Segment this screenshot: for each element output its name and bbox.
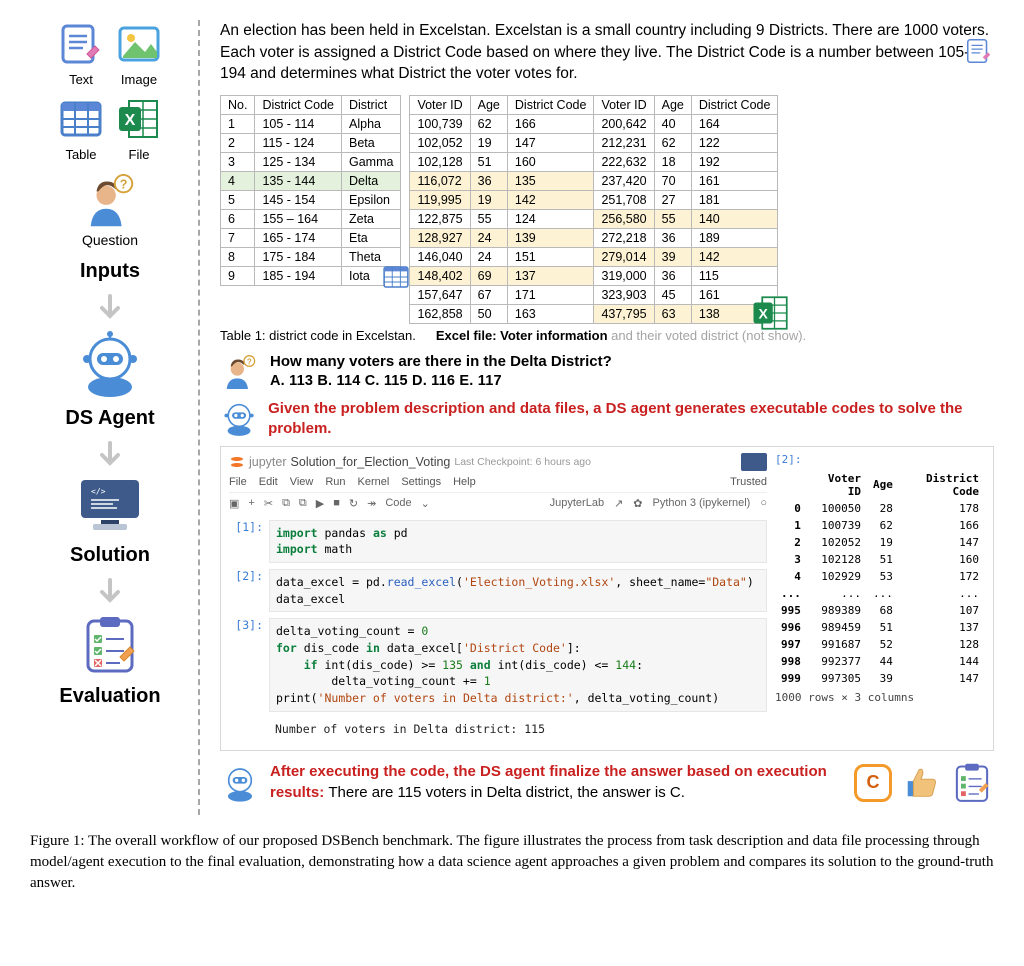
voter-table: Voter IDAgeDistrict CodeVoter IDAgeDistr…	[409, 95, 778, 324]
code-cell-1[interactable]: [1]: import pandas as pd import math	[229, 520, 767, 563]
content-panel: An election has been held in Excelstan. …	[214, 20, 994, 815]
table-row: 5145 - 154Epsilon	[221, 191, 401, 210]
robot-icon	[220, 763, 260, 803]
table-captions: Table 1: district code in Excelstan. Exc…	[220, 328, 994, 343]
final-rest-text: There are 115 voters in Delta district, …	[328, 784, 685, 801]
table-row: 100,73962166200,64240164	[410, 115, 778, 134]
monitor-mini-icon	[741, 453, 767, 471]
question-block: ? How many voters are there in the Delta…	[220, 353, 994, 393]
code-cell-2[interactable]: [2]: data_excel = pd.read_excel('Electio…	[229, 569, 767, 612]
stage-inputs: Inputs	[80, 260, 140, 283]
svg-text:X: X	[125, 112, 136, 129]
svg-text:?: ?	[120, 178, 128, 192]
figure-caption: Figure 1: The overall workflow of our pr…	[30, 831, 994, 894]
image-icon	[115, 20, 163, 68]
tables-row: No.District CodeDistrict 1105 - 114Alpha…	[220, 95, 994, 324]
figure-body: TextImage X TableFile ? Question Inputs …	[30, 20, 994, 815]
problem-description: An election has been held in Excelstan. …	[220, 20, 994, 85]
table-row: 3125 - 134Gamma	[221, 153, 401, 172]
table-row: 116,07236135237,42070161	[410, 172, 778, 191]
table-row: 146,04024151279,01439142	[410, 248, 778, 267]
ds-agent-icon	[75, 329, 145, 399]
table-row: 8175 - 184Theta	[221, 248, 401, 267]
jupyter-toolbar[interactable]: ▣+✂⧉⧉▶■↻↠ Code⌄ JupyterLab ↗ ✿ Python 3 …	[229, 493, 767, 514]
save-icon: ▣	[229, 497, 239, 510]
note-icon	[964, 36, 994, 66]
thumbs-up-icon	[902, 764, 940, 802]
jupyter-notebook: jupyter Solution_for_Election_Voting Las…	[220, 446, 994, 751]
question-label: Question	[82, 232, 138, 248]
robot-icon	[220, 399, 258, 439]
agent-prompt-text: Given the problem description and data f…	[268, 399, 994, 440]
svg-text:</>: </>	[91, 487, 106, 496]
table-row: 7165 - 174Eta	[221, 229, 401, 248]
table-row: 119,99519142251,70827181	[410, 191, 778, 210]
file-label: File	[115, 147, 163, 162]
table-row: 148,40269137319,00036115	[410, 267, 778, 286]
table-icon	[57, 95, 105, 143]
note-icon	[57, 20, 105, 68]
jupyter-menu[interactable]: FileEditViewRunKernelSettingsHelp Truste…	[229, 474, 767, 493]
district-code-table: No.District CodeDistrict 1105 - 114Alpha…	[220, 95, 401, 286]
image-label: Image	[115, 72, 163, 87]
table-row: 1105 - 114Alpha	[221, 115, 401, 134]
question-text: How many voters are there in the Delta D…	[270, 353, 612, 370]
final-answer-row: After executing the code, the DS agent f…	[220, 761, 994, 805]
person-question-icon: ?	[81, 174, 139, 232]
evaluation-icon	[78, 613, 142, 677]
stage-solution: Solution	[70, 544, 150, 567]
table-icon	[381, 262, 411, 292]
stage-evaluation: Evaluation	[59, 685, 160, 708]
arrow-down-icon	[94, 438, 126, 472]
cell-output: Number of voters in Delta district: 115	[269, 718, 767, 740]
person-question-icon: ?	[220, 353, 260, 393]
excel-icon: X	[115, 95, 163, 143]
evaluation-icon	[950, 761, 994, 805]
code-cell-3[interactable]: [3]: delta_voting_count = 0 for dis_code…	[229, 618, 767, 711]
jupyter-logo: jupyter Solution_for_Election_Voting Las…	[229, 454, 591, 470]
text-label: Text	[57, 72, 105, 87]
table-row-highlighted: 4135 - 144Delta	[221, 172, 401, 191]
table-row: 2115 - 124Beta	[221, 134, 401, 153]
table-row: 157,64767171323,90345161	[410, 286, 778, 305]
left-pipeline: TextImage X TableFile ? Question Inputs …	[30, 20, 190, 815]
answer-badge: C	[854, 764, 892, 802]
table-row: 128,92724139272,21836189	[410, 229, 778, 248]
dataframe-output: [2]: Voter IDAgeDistrict Code 0100050281…	[775, 453, 985, 740]
table-row: 162,85850163437,79563138	[410, 305, 778, 324]
svg-text:?: ?	[247, 357, 252, 366]
svg-text:X: X	[759, 305, 769, 321]
arrow-down-icon	[94, 575, 126, 609]
table-row: 122,87555124256,58055140	[410, 210, 778, 229]
table-row: 6155 – 164Zeta	[221, 210, 401, 229]
table-label: Table	[57, 147, 105, 162]
stage-agent: DS Agent	[65, 407, 154, 430]
question-options: A. 113 B. 114 C. 115 D. 116 E. 117	[270, 373, 612, 389]
excel-icon: X	[750, 292, 792, 334]
code-monitor-icon: </>	[75, 476, 145, 536]
table-row: 102,05219147212,23162122	[410, 134, 778, 153]
agent-prompt-row: Given the problem description and data f…	[220, 399, 994, 440]
table-row: 102,12851160222,63218192	[410, 153, 778, 172]
table-row: 9185 - 194Iota	[221, 267, 401, 286]
arrow-down-icon	[94, 291, 126, 325]
